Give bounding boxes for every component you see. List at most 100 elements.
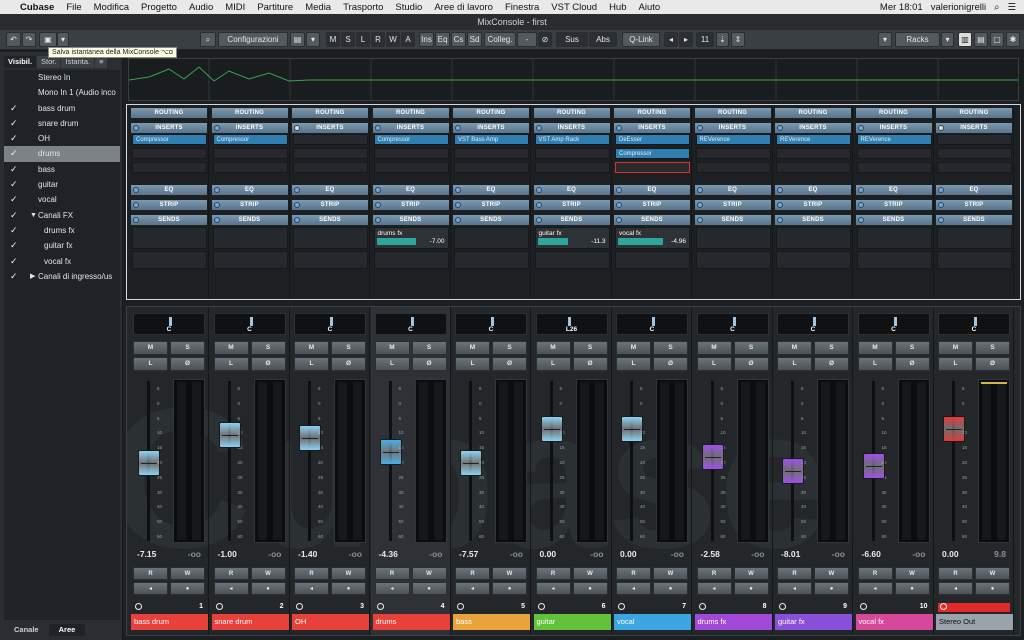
solo-button[interactable]: S [411, 341, 447, 355]
inserts-header[interactable]: INSERTS [855, 123, 932, 133]
phase-button[interactable]: Ø [653, 357, 688, 371]
write-button[interactable]: W [814, 567, 849, 580]
link-icon[interactable] [779, 603, 786, 610]
insert-slot[interactable]: Compressor [615, 148, 690, 159]
eq-bypass-icon[interactable] [213, 187, 220, 193]
peak-value[interactable]: -oo [912, 549, 925, 559]
write-button[interactable]: W [492, 567, 527, 580]
strip-header[interactable]: STRIP [694, 200, 771, 210]
send-slot[interactable] [856, 251, 932, 269]
insert-slot[interactable] [856, 162, 932, 173]
routing-header[interactable]: ROUTING [372, 108, 449, 118]
strip-header[interactable]: STRIP [211, 200, 288, 210]
insert-slot[interactable] [695, 148, 771, 159]
link-button[interactable]: Colleg. [484, 32, 516, 47]
insert-slot[interactable] [534, 162, 610, 173]
list-icon[interactable]: ☰ [1007, 2, 1016, 13]
read-button[interactable]: R [294, 567, 329, 580]
write-button[interactable]: W [170, 567, 205, 580]
mute-button[interactable]: M [777, 341, 812, 355]
sends-header[interactable]: SENDS [936, 215, 1012, 225]
disclosure-triangle-icon[interactable]: ▼ [30, 208, 37, 223]
menu-item-13[interactable]: Aiuto [633, 2, 667, 13]
send-level-bar[interactable] [618, 238, 663, 245]
sends-bypass-icon[interactable] [294, 217, 300, 223]
sends-bypass-icon[interactable] [133, 217, 139, 223]
channel-name[interactable]: bass drum [131, 614, 208, 630]
channel-name[interactable]: guitar fx [775, 614, 852, 630]
record-icon[interactable]: ● [331, 582, 366, 595]
configurazioni-button[interactable]: Configurazioni [218, 32, 288, 47]
menu-item-2[interactable]: Progetto [135, 2, 183, 13]
peak-value[interactable]: -oo [751, 549, 764, 559]
listen-button[interactable]: L [133, 357, 168, 371]
search-icon[interactable]: ⌕ [200, 32, 216, 47]
inserts-header[interactable]: INSERTS [211, 123, 288, 133]
cs-toggle[interactable]: Cs [451, 32, 466, 47]
menu-item-0[interactable]: File [60, 2, 87, 13]
insert-slot[interactable] [373, 148, 449, 159]
routing-header[interactable]: ROUTING [292, 108, 368, 118]
mute-button[interactable]: M [213, 341, 249, 355]
channel-circle-icon[interactable] [940, 603, 947, 610]
routing-header[interactable]: ROUTING [131, 108, 207, 118]
camera-icon[interactable]: ▣ [39, 32, 57, 47]
record-icon[interactable]: ● [975, 582, 1010, 595]
read-button[interactable]: R [696, 567, 732, 580]
peak-value[interactable]: 9.8 [994, 549, 1006, 559]
volume-value[interactable]: -7.15 [137, 549, 156, 559]
eq-header[interactable]: EQ [131, 185, 207, 195]
mute-button[interactable]: M [133, 341, 168, 355]
insert-bypass-icon[interactable] [213, 125, 220, 131]
link-icon[interactable] [376, 603, 384, 610]
read-button[interactable]: R [374, 567, 410, 580]
listen-button[interactable]: L [374, 357, 410, 371]
strip-header[interactable]: STRIP [292, 200, 368, 210]
strip-header[interactable]: STRIP [453, 200, 529, 210]
record-icon[interactable]: ● [733, 582, 769, 595]
insert-slot[interactable] [293, 162, 368, 173]
write-button[interactable]: W [331, 567, 366, 580]
solo-button[interactable]: S [894, 341, 930, 355]
phase-button[interactable]: Ø [975, 357, 1010, 371]
monitor-icon[interactable]: ◂ [213, 582, 249, 595]
sends-bypass-icon[interactable] [696, 217, 703, 223]
send-slot[interactable] [776, 251, 851, 269]
link-dropdown[interactable]: - [517, 32, 537, 47]
insert-slot[interactable] [454, 162, 529, 173]
send-slot[interactable] [695, 227, 771, 249]
insert-bypass-icon[interactable] [535, 125, 542, 131]
redo-icon[interactable]: ↷ [22, 32, 36, 47]
listen-button[interactable]: L [213, 357, 249, 371]
fader-knob[interactable] [299, 424, 321, 451]
config-dropdown[interactable]: ▾ [306, 32, 320, 47]
visibility-item[interactable]: ✓ guitar fx [4, 238, 120, 253]
solo-button[interactable]: S [733, 341, 769, 355]
listen-button[interactable]: L [938, 357, 973, 371]
sends-bypass-icon[interactable] [938, 217, 944, 223]
strip-bypass-icon[interactable] [938, 202, 944, 208]
sends-header[interactable]: SENDS [131, 215, 207, 225]
visibility-item[interactable]: ✓ vocal fx [4, 254, 120, 269]
fader-knob[interactable] [701, 444, 724, 471]
routing-header[interactable]: ROUTING [855, 108, 932, 118]
record-icon[interactable]: ● [572, 582, 608, 595]
layout-left-icon[interactable]: ▥ [958, 32, 972, 47]
sends-header[interactable]: SENDS [614, 215, 690, 225]
record-icon[interactable]: ● [492, 582, 527, 595]
read-all-button[interactable]: R [371, 32, 385, 47]
volume-fader[interactable]: 6051015202530405060 [375, 377, 409, 543]
solo-button[interactable]: S [975, 341, 1010, 355]
strip-header[interactable]: STRIP [775, 200, 851, 210]
monitor-icon[interactable]: ◂ [857, 582, 893, 595]
fader-knob[interactable] [540, 416, 563, 443]
sus-button[interactable]: Sus [556, 32, 588, 47]
mute-all-button[interactable]: M [326, 32, 340, 47]
checkmark-icon[interactable]: ✓ [10, 162, 18, 177]
checkmark-icon[interactable]: ✓ [10, 208, 18, 223]
volume-fader[interactable]: 6051015202530405060 [777, 377, 811, 543]
eq-bypass-icon[interactable] [133, 187, 139, 193]
insert-slot[interactable] [534, 148, 610, 159]
solo-button[interactable]: S [170, 341, 205, 355]
routing-header[interactable]: ROUTING [614, 108, 690, 118]
